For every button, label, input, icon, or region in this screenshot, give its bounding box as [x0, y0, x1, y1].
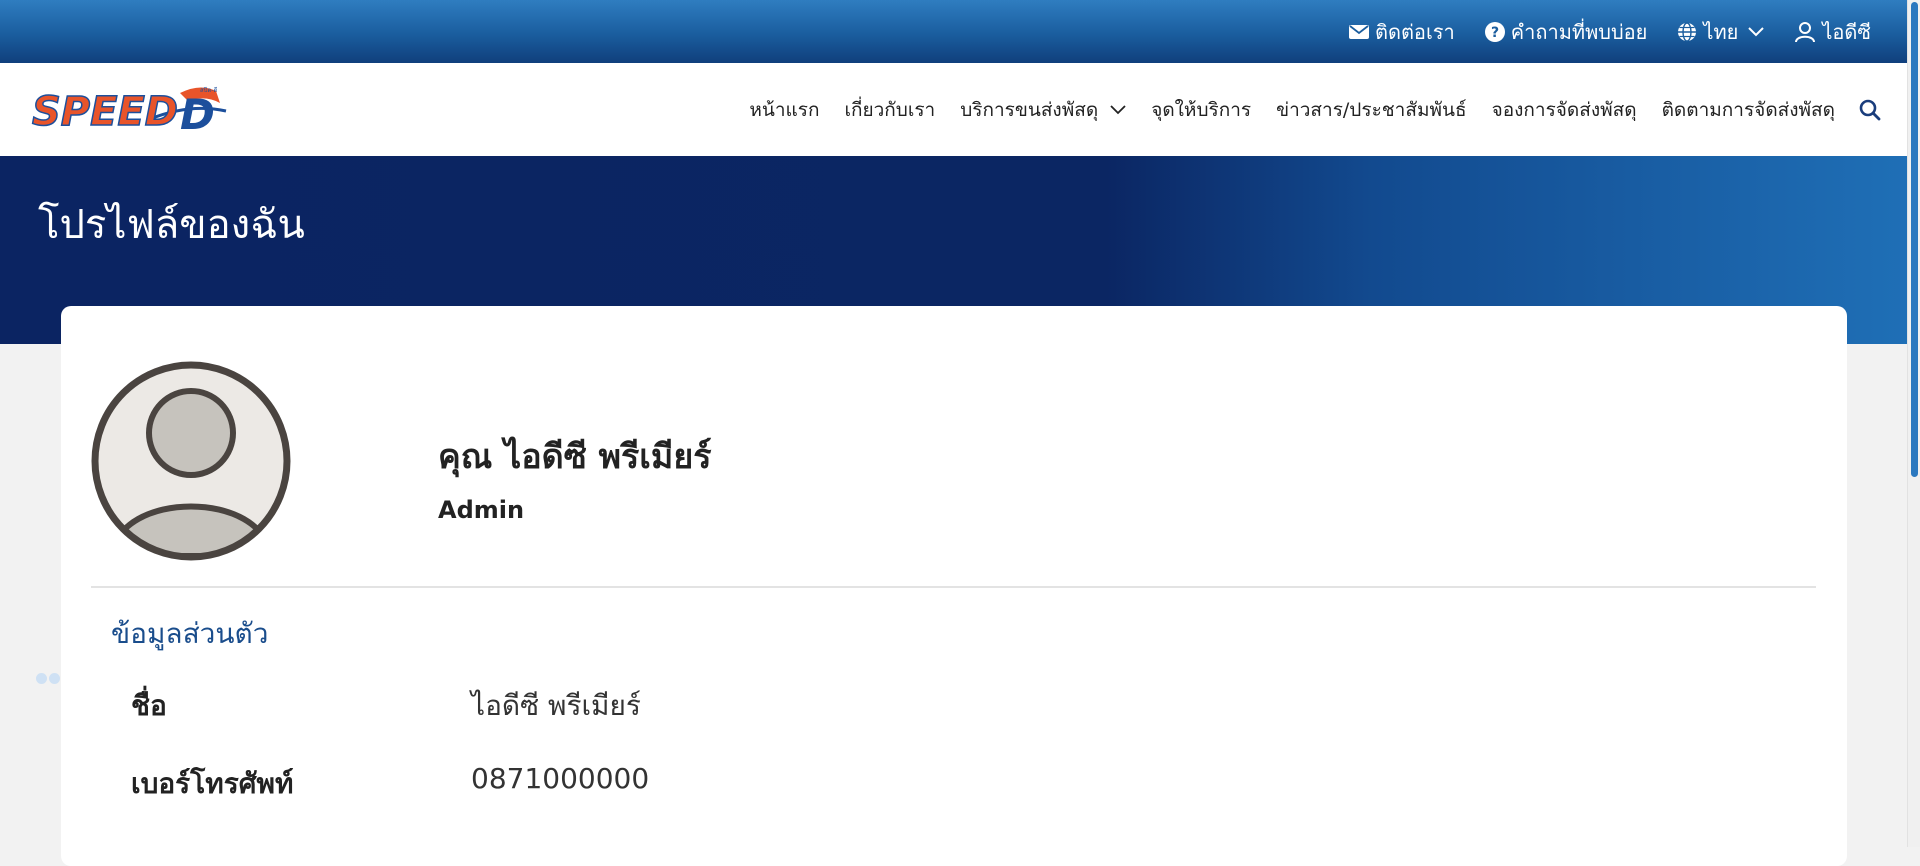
nav-menu: หน้าแรก เกี่ยวกับเรา บริการขนส่งพัสดุ จุ… — [724, 63, 1881, 156]
profile-name: คุณ ไอดีซี พรีเมียร์ — [438, 437, 712, 477]
nav-item-track-shipment[interactable]: ติดตามการจัดส่งพัสดุ — [1662, 95, 1835, 125]
chevron-down-icon — [1110, 104, 1126, 114]
avatar-icon — [91, 361, 291, 561]
nav-item-services[interactable]: บริการขนส่งพัสดุ — [960, 95, 1126, 125]
top-utility-bar: ติดต่อเรา ? คำถามที่พบบ่อย ไทย ไอดีซี — [0, 0, 1907, 63]
language-label: ไทย — [1703, 19, 1739, 44]
envelope-icon — [1348, 24, 1369, 39]
dot — [36, 673, 47, 684]
nav-item-label: ติดตามการจัดส่งพัสดุ — [1661, 98, 1835, 121]
profile-role: Admin — [438, 496, 525, 524]
divider — [91, 586, 1816, 588]
nav-item-news[interactable]: ข่าวสาร/ประชาสัมพันธ์ — [1276, 95, 1466, 125]
scrollbar-thumb[interactable] — [1911, 2, 1918, 477]
user-name-label: ไอดีซี — [1822, 19, 1871, 44]
field-value-phone: 0871000000 — [471, 762, 650, 795]
nav-item-book-shipment[interactable]: จองการจัดส่งพัสดุ — [1492, 95, 1637, 125]
logo-badge-text: สปีด-ดี — [200, 86, 218, 94]
field-value-name: ไอดีซี พรีเมียร์ — [471, 689, 641, 722]
logo-brand-text: SPEED — [32, 89, 178, 135]
nav-item-label: ข่าวสาร/ประชาสัมพันธ์ — [1276, 98, 1467, 121]
speed-d-logo[interactable]: SPEED D สปีด-ดี — [30, 83, 230, 135]
user-account-link[interactable]: ไอดีซี — [1794, 16, 1871, 48]
search-button[interactable] — [1859, 99, 1881, 121]
contact-us-label: ติดต่อเรา — [1374, 19, 1455, 44]
language-selector[interactable]: ไทย — [1677, 16, 1765, 48]
nav-item-label: หน้าแรก — [749, 98, 820, 121]
nav-item-label: เกี่ยวกับเรา — [844, 98, 936, 121]
decorative-dots — [36, 673, 62, 684]
nav-item-home[interactable]: หน้าแรก — [749, 95, 819, 125]
dot — [49, 673, 60, 684]
section-title-personal-info: ข้อมูลส่วนตัว — [111, 617, 269, 650]
nav-item-label: บริการขนส่งพัสดุ — [960, 98, 1099, 121]
chevron-down-icon — [1748, 26, 1765, 36]
logo-brand-letter: D — [180, 90, 215, 135]
svg-text:?: ? — [1491, 25, 1499, 41]
question-circle-icon: ? — [1484, 21, 1505, 42]
page-title: โปรไฟล์ของฉัน — [38, 202, 305, 248]
user-icon — [1795, 21, 1816, 42]
page-scrollbar[interactable] — [1907, 0, 1920, 847]
field-label-phone: เบอร์โทรศัพท์ — [131, 767, 294, 800]
nav-item-service-points[interactable]: จุดให้บริการ — [1151, 95, 1251, 125]
profile-card: คุณ ไอดีซี พรีเมียร์ Admin ข้อมูลส่วนตัว… — [61, 306, 1847, 866]
faq-link[interactable]: ? คำถามที่พบบ่อย — [1484, 16, 1648, 48]
field-label-name: ชื่อ — [131, 689, 167, 722]
globe-icon — [1678, 21, 1697, 42]
nav-item-label: จองการจัดส่งพัสดุ — [1491, 98, 1637, 121]
search-icon — [1859, 99, 1881, 120]
main-navbar: SPEED D สปีด-ดี หน้าแรก เกี่ยวกับเรา บริ… — [0, 63, 1907, 156]
contact-us-link[interactable]: ติดต่อเรา — [1348, 16, 1455, 48]
faq-label: คำถามที่พบบ่อย — [1510, 19, 1648, 44]
nav-item-label: จุดให้บริการ — [1151, 98, 1252, 121]
nav-item-about[interactable]: เกี่ยวกับเรา — [844, 95, 935, 125]
